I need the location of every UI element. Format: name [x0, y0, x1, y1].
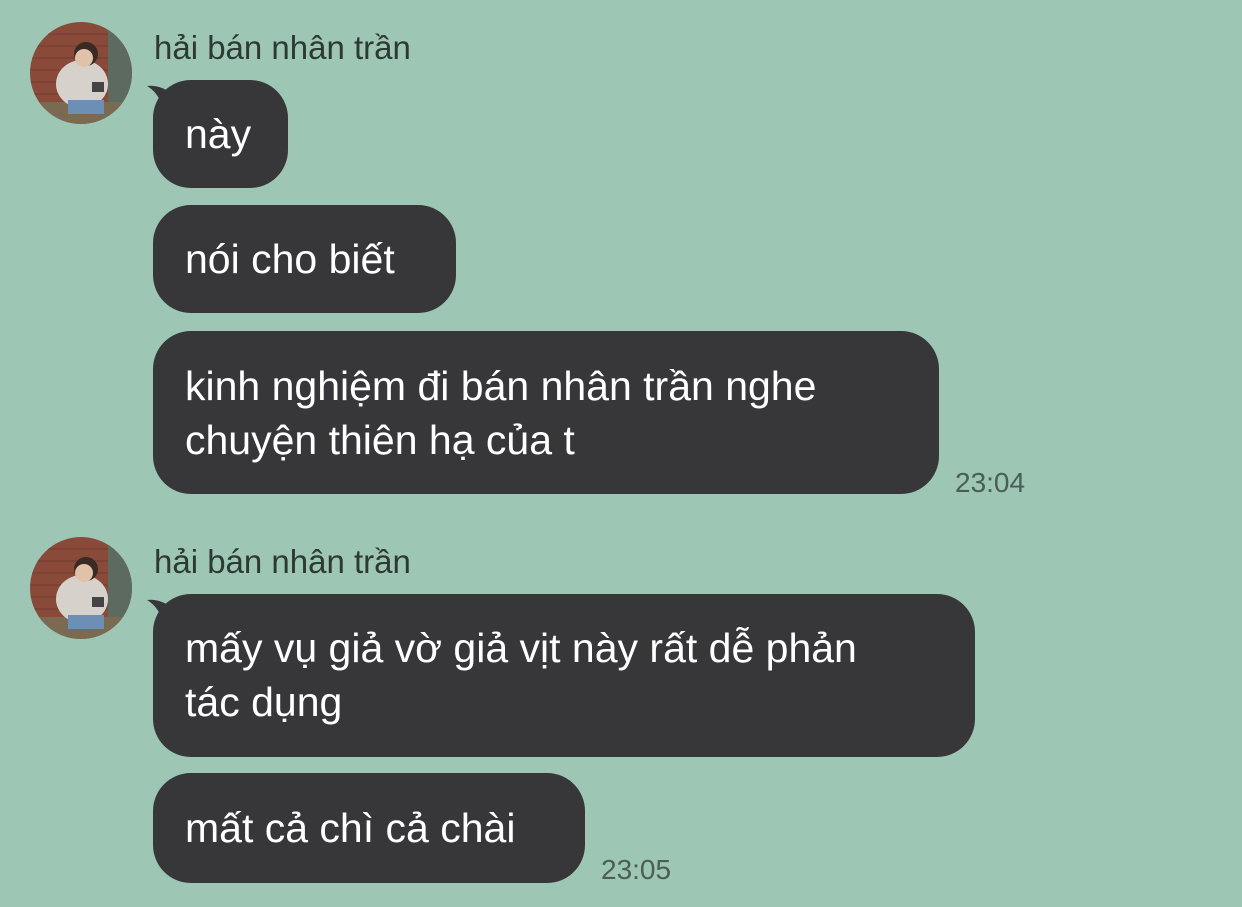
avatar-photo-icon: [30, 22, 132, 124]
sender-avatar[interactable]: [30, 537, 132, 639]
avatar-photo-icon: [30, 537, 132, 639]
message-timestamp: 23:05: [601, 854, 672, 885]
message-text: kinh nghiệm đi bán nhân trần nghe: [185, 363, 817, 409]
sender-name: hải bán nhân trần: [154, 543, 411, 580]
message-text: tác dụng: [185, 679, 343, 725]
message-text: này: [185, 111, 252, 157]
message-text: mấy vụ giả vờ giả vịt này rất dễ phản: [185, 625, 857, 671]
message-bubble[interactable]: kinh nghiệm đi bán nhân trần nghe chuyện…: [153, 331, 939, 494]
sender-name: hải bán nhân trần: [154, 29, 411, 66]
message-text: mất cả chì cả chài: [185, 805, 516, 851]
sender-avatar[interactable]: [30, 22, 132, 124]
message-timestamp: 23:04: [955, 467, 1026, 498]
message-text: chuyện thiên hạ của t: [185, 417, 575, 463]
message-bubble[interactable]: này: [153, 80, 288, 188]
message-bubble[interactable]: mấy vụ giả vờ giả vịt này rất dễ phản tá…: [153, 594, 975, 757]
message-bubble[interactable]: nói cho biết: [153, 205, 456, 313]
message-text: nói cho biết: [185, 236, 395, 282]
message-bubble[interactable]: mất cả chì cả chài: [153, 773, 585, 883]
